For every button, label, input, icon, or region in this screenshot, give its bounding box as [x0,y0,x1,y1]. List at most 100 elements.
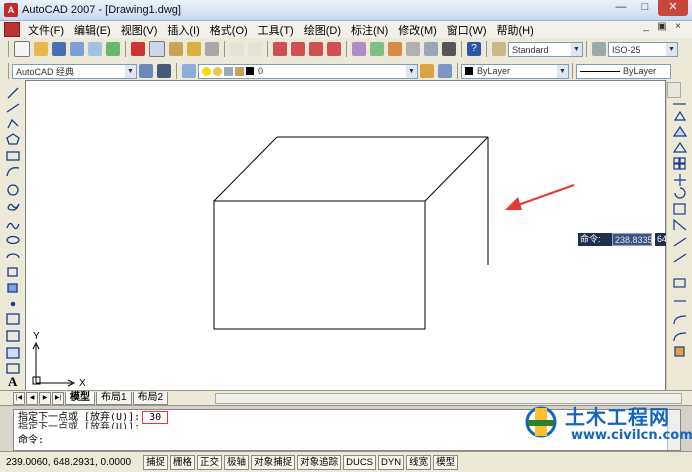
dim-style-value: ISO-25 [612,44,641,55]
workspace-save-icon[interactable] [157,64,171,78]
break-at-point-icon [673,278,686,288]
block-editor-icon[interactable] [205,42,219,56]
menu-help[interactable]: 帮助(H) [492,22,539,38]
vertical-scrollbar-up[interactable] [667,82,681,98]
zoom-realtime-icon[interactable] [291,42,305,56]
lineweight-toggle[interactable]: 线宽 [406,454,432,470]
lock-icon [235,66,244,76]
command-history-line-2: 指定下一点或 [放弃(U)]: [18,422,141,433]
model-toggle[interactable]: 模型 [433,454,459,470]
menu-file[interactable]: 文件(F) [23,22,69,38]
snap-toggle[interactable]: 捕捉 [143,454,169,470]
color-select[interactable]: ByLayer ▼ [461,63,569,79]
copy-icon[interactable] [149,41,165,57]
workspace-settings-icon[interactable] [139,64,153,78]
match-properties-icon[interactable] [187,42,201,56]
polar-toggle[interactable]: 极轴 [224,454,250,470]
sheet-set-icon[interactable] [406,42,420,56]
text-style-icon[interactable] [492,42,506,56]
cut-icon[interactable] [131,42,145,56]
zoom-window-icon[interactable] [309,42,323,56]
calculator-icon[interactable] [442,42,456,56]
freeze-icon [224,66,233,76]
layer-previous-icon[interactable] [438,64,452,78]
command-prompt[interactable]: 命令: [18,434,44,447]
rectangle-tool-icon [6,151,20,161]
separator [461,41,462,57]
ellipse-arc-icon [6,253,20,259]
separator [346,41,347,57]
separator [176,63,177,79]
make-current-layer-icon[interactable] [420,64,434,78]
dim-style-icon[interactable] [592,42,606,56]
publish-icon[interactable] [106,42,120,56]
open-icon[interactable] [34,42,48,56]
window-controls: — □ ✕ [608,0,688,16]
menu-view[interactable]: 视图(V) [116,22,163,38]
doc-minimize-button[interactable]: _ [638,21,654,32]
tab-model[interactable]: 模型 [65,391,95,405]
next-tab-button[interactable]: ▶ [39,391,51,405]
menu-tools[interactable]: 工具(T) [253,22,299,38]
menu-insert[interactable]: 插入(I) [162,22,204,38]
print-icon[interactable] [70,42,84,56]
tab-layout1[interactable]: 布局1 [96,391,132,405]
new-icon[interactable] [14,41,30,57]
modify-toolbar [666,80,692,390]
close-button[interactable]: ✕ [658,0,688,16]
document-controls: _ ▣ × [638,21,686,32]
ucs-y-label: Y [33,331,40,342]
grid-toggle[interactable]: 栅格 [170,454,196,470]
otrack-toggle[interactable]: 对象追踪 [297,454,342,470]
separator [586,41,587,57]
drawing-canvas[interactable]: Y X [25,80,666,391]
menu-draw[interactable]: 绘图(D) [299,22,346,38]
save-icon[interactable] [52,42,66,56]
construction-line-icon [6,103,20,113]
linetype-select[interactable]: ByLayer [576,63,671,79]
layer-color-swatch [246,67,254,75]
tab-layout2[interactable]: 布局2 [132,391,169,405]
menu-edit[interactable]: 编辑(E) [69,22,116,38]
menu-window[interactable]: 窗口(W) [442,22,492,38]
design-center-icon[interactable] [370,42,384,56]
help-icon[interactable]: ? [467,42,481,56]
plot-preview-icon[interactable] [88,42,102,56]
separator [486,41,487,57]
zoom-previous-icon[interactable] [327,42,341,56]
properties-icon[interactable] [352,42,366,56]
ducs-toggle[interactable]: DUCS [343,454,377,470]
undo-icon[interactable] [230,42,244,56]
markup-icon[interactable] [424,42,438,56]
layer-manager-icon[interactable] [182,64,196,78]
osnap-toggle[interactable]: 对象捕捉 [251,454,296,470]
menu-dimension[interactable]: 标注(N) [346,22,393,38]
tool-palettes-icon[interactable] [388,42,402,56]
maximize-button[interactable]: □ [634,0,656,16]
region-tool-icon [6,347,20,359]
layer-select[interactable]: 0 ▼ [198,63,418,79]
dim-style-select[interactable]: ISO-25 ▼ [608,41,678,57]
workspace-value: AutoCAD 经典 [16,66,75,77]
dyn-toggle[interactable]: DYN [378,454,405,470]
last-tab-button[interactable]: ▶| [52,391,64,405]
doc-close-button[interactable]: × [670,21,686,32]
ortho-toggle[interactable]: 正交 [197,454,223,470]
chevron-down-icon: ▼ [666,42,677,56]
redo-icon[interactable] [248,42,262,56]
menu-format[interactable]: 格式(O) [205,22,253,38]
text-style-select[interactable]: Standard ▼ [508,41,583,57]
dynamic-input-x[interactable]: 238.8335 [612,233,653,246]
document-icon[interactable] [4,22,20,37]
workspace-select[interactable]: AutoCAD 经典 ▼ [12,63,137,79]
move-icon [674,174,686,186]
doc-restore-button[interactable]: ▣ [654,21,670,32]
minimize-button[interactable]: — [610,0,632,16]
pan-icon[interactable] [273,42,287,56]
lightbulb-icon [202,66,211,76]
first-tab-button[interactable]: |◀ [13,391,25,405]
menu-modify[interactable]: 修改(M) [393,22,442,38]
paste-icon[interactable] [169,42,183,56]
autocad-app-icon[interactable]: A [4,3,18,17]
prev-tab-button[interactable]: ◀ [26,391,38,405]
